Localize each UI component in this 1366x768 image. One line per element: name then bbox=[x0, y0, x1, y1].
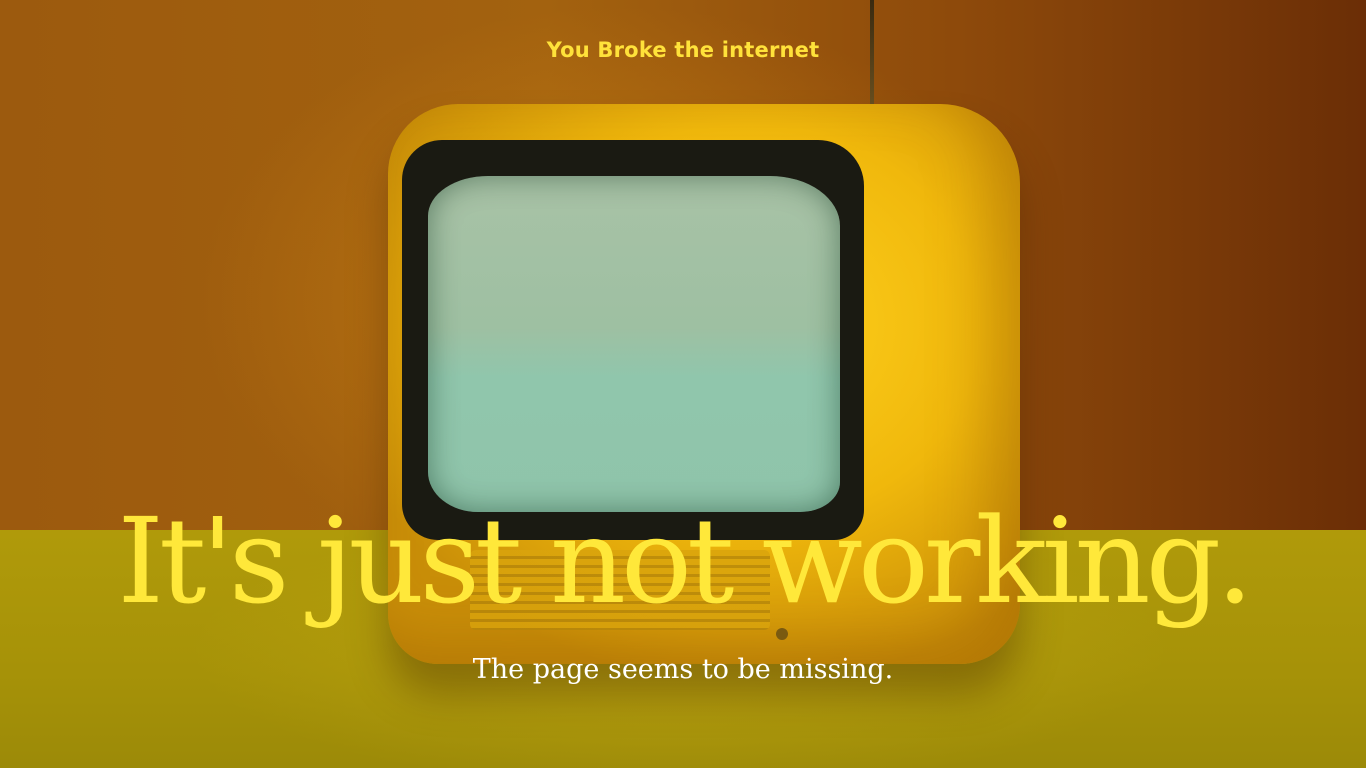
tv-static-screen bbox=[428, 176, 840, 512]
eyebrow-text: You Broke the internet bbox=[546, 38, 820, 62]
page-title: It's just not working. bbox=[117, 492, 1253, 630]
page-subtitle: The page seems to be missing. bbox=[472, 654, 894, 685]
background-image bbox=[0, 0, 1366, 768]
